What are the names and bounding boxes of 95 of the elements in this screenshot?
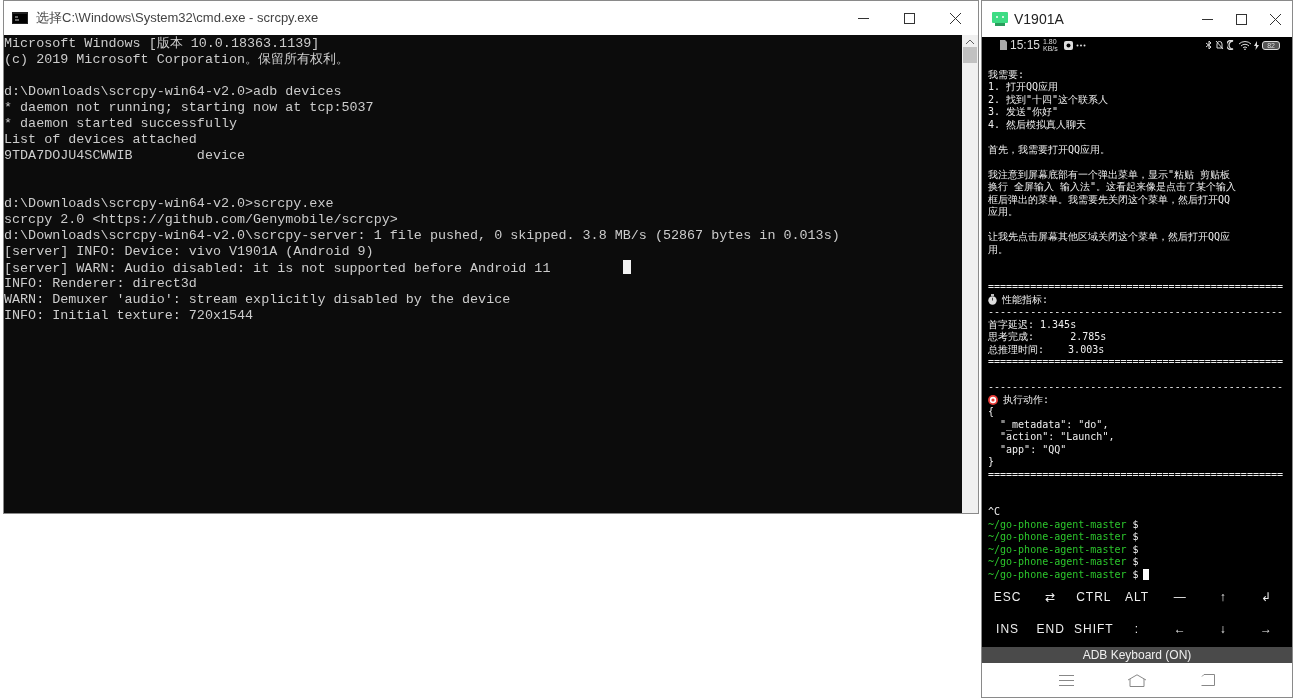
extra-key[interactable]: ALT <box>1115 581 1159 613</box>
target-icon <box>988 394 998 405</box>
terminal-line: 思考完成: 2.785s <box>988 331 1107 344</box>
terminal-line: 首先，我需要打开QQ应用。 <box>988 143 1111 156</box>
prompt-sign: $ <box>1132 556 1139 569</box>
console-line: [server] WARN: Audio disabled: it is not supported before Android 11 <box>4 261 551 276</box>
console-line: scrcpy 2.0 <https://github.com/Genymobile/scrcpy> <box>4 212 398 227</box>
minimize-icon[interactable] <box>857 17 869 19</box>
terminal-line: 让我先点击屏幕其他区域关闭这个菜单，然后打开QQ应 <box>988 231 1231 244</box>
terminal-line: 我需要: <box>988 68 1025 81</box>
terminal-line: 2. 找到"十四"这个联系人 <box>988 93 1109 106</box>
console-line: device <box>196 148 246 163</box>
terminal-line: 4. 然后模拟真人聊天 <box>988 118 1087 131</box>
extra-key[interactable]: CTRL <box>1072 581 1116 613</box>
terminal-line: 框后弹出的菜单。我需要先关闭这个菜单，然后打开QQ <box>988 193 1231 206</box>
terminal-line: { <box>988 406 995 419</box>
extra-key[interactable]: ↑ <box>1201 581 1245 613</box>
console-line: List of devices attached <box>4 132 197 147</box>
console-line: INFO: Initial texture: 720x1544 <box>4 308 254 323</box>
terminal-line: ^C <box>988 506 1001 519</box>
separator-line: ================================================= <box>988 356 1283 369</box>
prompt-path: ~/go-phone-agent-master <box>988 518 1127 531</box>
sim-icon <box>1000 40 1007 51</box>
extra-key[interactable]: ESC <box>986 581 1030 613</box>
terminal-line: "app": "QQ" <box>999 443 1067 456</box>
extra-key[interactable]: INS <box>986 613 1030 645</box>
scrollbar[interactable] <box>962 35 978 513</box>
terminal-line: 执行动作: <box>1003 393 1050 406</box>
extra-key[interactable]: ↓ <box>1201 613 1245 645</box>
console-line: d:\Downloads\scrcpy-win64-v2.0>scrcpy.exe <box>4 196 334 211</box>
console-line: * daemon started successfully <box>4 116 238 131</box>
terminal-line: "action": "Launch", <box>999 431 1115 444</box>
terminal-line: 换行 全屏输入 输入法"。这看起来像是点击了某个输入 <box>988 181 1237 194</box>
extra-key[interactable]: ⇄ <box>1029 581 1073 613</box>
menu-icon[interactable] <box>1058 674 1074 686</box>
console-line: 9TDA7DOJU4SCWWIB <box>4 148 134 164</box>
scrollbar-thumb[interactable] <box>963 47 977 63</box>
prompt-sign: $ <box>1132 543 1139 556</box>
extra-key[interactable]: SHIFT <box>1072 613 1116 645</box>
prompt-sign: $ <box>1132 568 1139 581</box>
terminal-line: 3. 发送"你好" <box>988 106 1059 119</box>
terminal-line: 首字延迟: 1.345s <box>988 318 1077 331</box>
maximize-icon[interactable] <box>1235 13 1247 25</box>
stopwatch-icon <box>988 294 997 306</box>
close-icon[interactable] <box>1269 13 1281 25</box>
console-line: WARN: Demuxer 'audio': stream explicitly disabled by the device <box>4 292 511 307</box>
android-icon <box>992 12 1008 26</box>
minimize-icon[interactable] <box>1201 18 1213 20</box>
console-line: d:\Downloads\scrcpy-win64-v2.0>adb devices <box>4 84 342 99</box>
prompt-path: ~/go-phone-agent-master <box>988 543 1127 556</box>
prompt-path: ~/go-phone-agent-master <box>988 568 1127 581</box>
app-notification-icon <box>1064 40 1074 50</box>
extra-key[interactable]: ← <box>1158 613 1202 645</box>
back-icon[interactable] <box>1201 674 1216 686</box>
terminal-line: 应用。 <box>988 206 1018 219</box>
wifi-icon <box>1239 40 1252 50</box>
status-time: 15:15 <box>1010 38 1041 53</box>
mute-icon <box>1215 40 1225 51</box>
charging-icon <box>1254 40 1260 50</box>
extra-key[interactable]: END <box>1029 613 1073 645</box>
console-line: INFO: Renderer: direct3d <box>4 276 197 291</box>
console-icon <box>12 12 28 24</box>
terminal-line: 性能指标: <box>1002 293 1049 306</box>
extra-key[interactable]: → <box>1244 613 1288 645</box>
terminal-line: 我注意到屏幕底部有一个弹出菜单，显示"粘贴 剪贴板 <box>988 168 1231 181</box>
scroll-up-icon[interactable] <box>966 39 974 44</box>
terminal-line: 总推理时间: 3.003s <box>988 343 1105 356</box>
extra-key[interactable]: : <box>1115 613 1159 645</box>
maximize-icon[interactable] <box>903 12 915 24</box>
console-line: (c) 2019 Microsoft Corporation。保留所有权利。 <box>4 52 350 67</box>
terminal-line: } <box>988 456 995 469</box>
console-line: Microsoft Windows [版本 10.0.18363.1139] <box>4 36 320 51</box>
separator-line: ================================================= <box>988 281 1283 294</box>
prompt-sign: $ <box>1132 518 1139 531</box>
bluetooth-icon <box>1206 40 1213 51</box>
separator-line: ================================================= <box>988 468 1283 481</box>
extra-key[interactable]: ↲ <box>1244 581 1288 613</box>
more-icon <box>1076 43 1087 47</box>
prompt-sign: $ <box>1132 531 1139 544</box>
console-line: * daemon not running; starting now at tcp:5037 <box>4 100 374 115</box>
keyboard-status-bar: ADB Keyboard (ON) <box>982 647 1292 663</box>
home-icon[interactable] <box>1127 673 1148 687</box>
close-icon[interactable] <box>949 12 961 24</box>
extra-key[interactable]: — <box>1158 581 1202 613</box>
console-line: [server] INFO: Device: vivo V1901A (Android 9) <box>4 244 374 259</box>
separator-line: ------------------------------------------------- <box>988 381 1283 394</box>
separator-line: ------------------------------------------------- <box>988 306 1283 319</box>
console-line: d:\Downloads\scrcpy-win64-v2.0\scrcpy-server: 1 file pushed, 0 skipped. 3.8 MB/s (52867 bytes in 0.013s) <box>4 228 840 243</box>
prompt-path: ~/go-phone-agent-master <box>988 531 1127 544</box>
terminal-line: 用。 <box>988 243 1008 256</box>
terminal-line: "_metadata": "do", <box>999 418 1109 431</box>
terminal-line: 1. 打开QQ应用 <box>988 81 1059 94</box>
window-title: V1901A <box>1014 11 1065 27</box>
window-title: 选择C:\Windows\System32\cmd.exe - scrcpy.exe <box>36 9 320 27</box>
prompt-path: ~/go-phone-agent-master <box>988 556 1127 569</box>
